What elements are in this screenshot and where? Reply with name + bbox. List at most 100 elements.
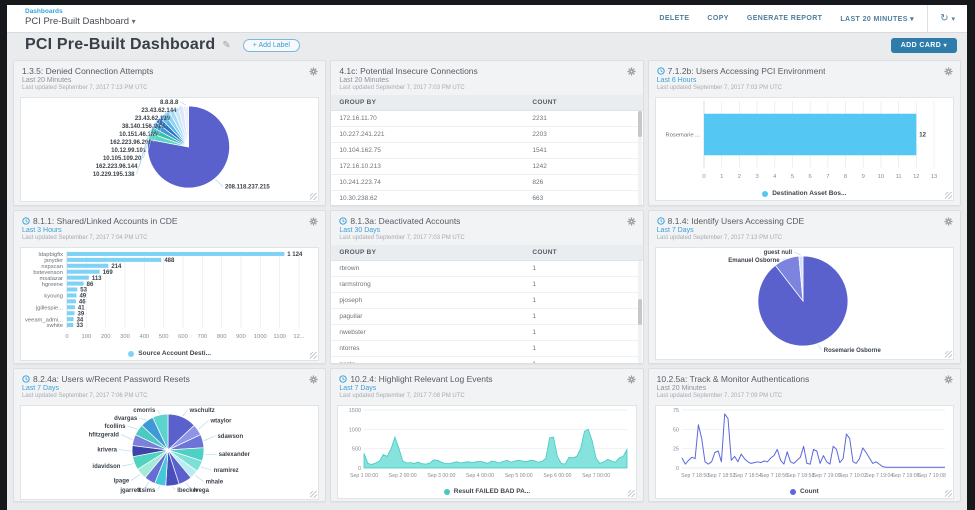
table-row[interactable]: 10.227.241.2212203: [331, 127, 642, 143]
resize-handle[interactable]: [945, 490, 952, 497]
copy-button[interactable]: COPY: [707, 15, 728, 22]
card-time-range[interactable]: Last 7 Days: [22, 385, 317, 392]
card-header: 10.2.4: Highlight Relevant Log Events La…: [331, 369, 642, 403]
x-tick-label: 7: [826, 174, 829, 180]
table-row[interactable]: pjoseph1: [331, 293, 642, 309]
card-time-range[interactable]: Last 30 Days: [339, 227, 634, 234]
x-tick-label: 6: [808, 174, 811, 180]
table-cell: 10.104.162.75: [331, 143, 524, 158]
bar-category-label: Rosemarie ...: [665, 133, 700, 139]
card-time-range[interactable]: Last 7 Days: [339, 385, 634, 392]
table-row[interactable]: 172.16.10.2131242: [331, 159, 642, 175]
delete-button[interactable]: DELETE: [659, 15, 689, 22]
table-row[interactable]: rbrown1: [331, 261, 642, 277]
bar[interactable]: [67, 323, 73, 327]
x-tick-label: 13: [930, 174, 936, 180]
table-row[interactable]: 172.16.11.702231: [331, 111, 642, 127]
card-title: 7.1.2b: Users Accessing PCI Environment: [668, 66, 826, 76]
legend-label: Destination Asset Bos...: [772, 190, 846, 197]
card-settings-gear-icon[interactable]: [627, 375, 636, 384]
denied-connections-pie-chart: 8.8.8.823.43.62.14423.43.62.13938.140.15…: [21, 98, 315, 196]
resize-handle[interactable]: [310, 352, 317, 359]
table-cell: 1: [524, 357, 642, 364]
bar[interactable]: [67, 258, 161, 262]
card-settings-gear-icon[interactable]: [627, 67, 636, 76]
breadcrumb-dashboards-link[interactable]: Dashboards: [25, 8, 136, 15]
column-header[interactable]: COUNT: [524, 245, 642, 260]
y-tick-label: 1000: [349, 427, 361, 433]
table-row[interactable]: ntorres1: [331, 341, 642, 357]
edit-title-pencil-icon[interactable]: ✎: [222, 40, 230, 51]
time-range-selector[interactable]: LAST 20 MINUTES ▾: [840, 15, 914, 23]
card-time-range[interactable]: Last 3 Hours: [22, 227, 317, 234]
page-header: PCI Pre-Built Dashboard ✎ + Add Label AD…: [7, 33, 967, 57]
x-tick-label: 0: [702, 174, 705, 180]
x-tick-label: Sep 7 18:52: [707, 473, 735, 479]
column-header[interactable]: GROUP BY: [331, 245, 524, 260]
dashboard-selector[interactable]: PCI Pre-Built Dashboard ▾: [25, 16, 136, 27]
scrollbar-thumb[interactable]: [638, 299, 642, 325]
card-settings-gear-icon[interactable]: [944, 375, 953, 384]
table-cell: 663: [524, 191, 642, 206]
add-card-button[interactable]: ADD CARD ▾: [891, 38, 957, 53]
bar[interactable]: [704, 114, 916, 156]
card-settings-gear-icon[interactable]: [309, 67, 318, 76]
card-settings-gear-icon[interactable]: [944, 217, 953, 226]
x-tick-label: 9: [861, 174, 864, 180]
card-time-range[interactable]: Last 6 Hours: [657, 77, 952, 84]
card-settings-gear-icon[interactable]: [309, 375, 318, 384]
bar[interactable]: [67, 270, 100, 274]
resize-handle[interactable]: [945, 192, 952, 199]
x-tick-label: Sep 6 00:00: [544, 473, 572, 479]
card-settings-gear-icon[interactable]: [309, 217, 318, 226]
table-row[interactable]: rarmstrong1: [331, 277, 642, 293]
bar[interactable]: [67, 252, 284, 256]
table-cell: 10.30.238.62: [331, 191, 524, 206]
column-header[interactable]: GROUP BY: [331, 95, 524, 110]
scrollbar[interactable]: [638, 111, 642, 206]
y-tick-label: 75: [673, 408, 679, 414]
resize-handle[interactable]: [628, 490, 635, 497]
label-leader-line: [215, 179, 223, 186]
bar[interactable]: [67, 305, 75, 309]
table-row[interactable]: paguilar1: [331, 309, 642, 325]
bar[interactable]: [67, 293, 76, 297]
card-settings-gear-icon[interactable]: [944, 67, 953, 76]
card-time-range[interactable]: Last 7 Days: [657, 227, 952, 234]
deactivated-accounts-table: GROUP BY COUNT rbrown1rarmstrong1pjoseph…: [331, 245, 642, 364]
add-label-button[interactable]: + Add Label: [243, 39, 300, 52]
table-row[interactable]: nsoto1: [331, 357, 642, 364]
bar[interactable]: [67, 311, 75, 315]
table-row[interactable]: 10.104.162.751541: [331, 143, 642, 159]
bar[interactable]: [67, 282, 84, 286]
generate-report-button[interactable]: GENERATE REPORT: [747, 15, 823, 22]
label-leader-line: [119, 450, 131, 452]
card-last-updated: Last updated September 7, 2017 7:13 PM U…: [657, 235, 952, 241]
insecure-connections-table: GROUP BY COUNT 172.16.11.70223110.227.24…: [331, 95, 642, 206]
table-row[interactable]: nwebster1: [331, 325, 642, 341]
legend-label: Source Account Desti...: [138, 350, 211, 357]
x-tick-label: Sep 7 00:00: [582, 473, 610, 479]
resize-handle[interactable]: [945, 351, 952, 358]
bar[interactable]: [67, 287, 77, 291]
table-row[interactable]: 10.241.223.74826: [331, 175, 642, 191]
scrollbar[interactable]: [638, 261, 642, 364]
resize-handle[interactable]: [310, 491, 317, 498]
column-header[interactable]: COUNT: [524, 95, 642, 110]
bar[interactable]: [67, 264, 108, 268]
log-events-area-chart: 050010001500Sep 1 00:00Sep 2 00:00Sep 3 …: [338, 406, 632, 480]
chart-legend: Source Account Desti...: [21, 347, 318, 360]
bar[interactable]: [67, 276, 89, 280]
x-tick-label: Sep 4 00:00: [466, 473, 494, 479]
card-time-range: Last 20 Minutes: [339, 77, 634, 84]
table-cell: 10.241.223.74: [331, 175, 524, 190]
pie-slice-label: 23.43.62.144: [141, 108, 177, 114]
bar[interactable]: [67, 299, 76, 303]
refresh-button[interactable]: ↻▾: [932, 13, 967, 24]
bar[interactable]: [67, 317, 74, 321]
resize-handle[interactable]: [310, 193, 317, 200]
table-row[interactable]: 10.30.238.62663: [331, 191, 642, 206]
scrollbar-thumb[interactable]: [638, 111, 642, 137]
card-settings-gear-icon[interactable]: [627, 217, 636, 226]
x-tick-label: 3: [755, 174, 758, 180]
